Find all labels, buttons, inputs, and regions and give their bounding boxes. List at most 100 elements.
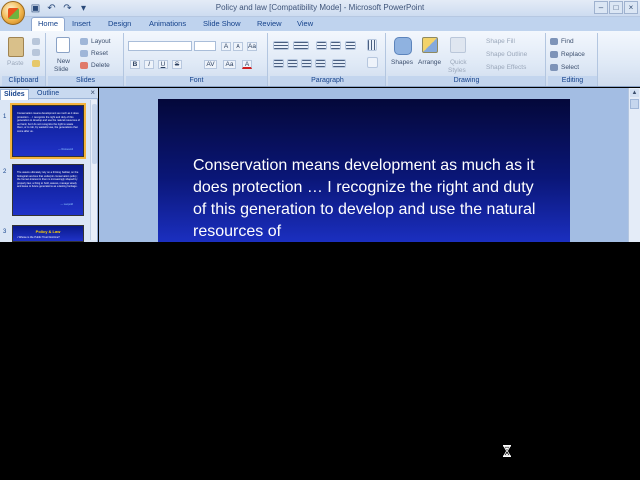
grow-font-button[interactable]: A <box>221 42 231 51</box>
smartart-icon[interactable] <box>367 57 378 68</box>
tab-home[interactable]: Home <box>31 17 66 31</box>
arrange-button[interactable]: Arrange <box>418 59 441 66</box>
align-right-icon[interactable] <box>301 59 312 68</box>
shape-fill-button[interactable]: Shape Fill <box>486 38 515 45</box>
underline-button[interactable]: U <box>158 60 168 69</box>
new-slide-label[interactable]: New <box>57 58 70 65</box>
current-slide[interactable]: Conservation means development as much a… <box>158 99 570 242</box>
editor-scrollbar-thumb[interactable] <box>630 99 639 109</box>
increase-indent-icon[interactable] <box>330 41 341 50</box>
tab-review[interactable]: Review <box>257 18 282 30</box>
layout-icon <box>80 38 88 45</box>
slide-thumbnail-2[interactable]: The assets ultimately rely on a thriving… <box>12 164 84 216</box>
quick-styles-icon[interactable] <box>450 37 466 53</box>
align-left-icon[interactable] <box>273 59 284 68</box>
shapes-button[interactable]: Shapes <box>391 59 413 66</box>
shrink-font-button[interactable]: A <box>233 42 243 51</box>
slides-group-label: Slides <box>48 76 123 86</box>
tab-outline[interactable]: Outline <box>34 89 62 99</box>
slide-thumbnail-1[interactable]: Conservation means development as much a… <box>10 103 86 159</box>
slide-editing-area: Conservation means development as much a… <box>99 88 628 242</box>
select-icon <box>550 64 558 71</box>
strikethrough-button[interactable]: S <box>172 60 182 69</box>
italic-button[interactable]: I <box>144 60 154 69</box>
thumb-number-2: 2 <box>3 169 7 175</box>
ribbon: Paste Clipboard New Slide Layout Reset D… <box>0 31 640 87</box>
replace-button[interactable]: Replace <box>561 51 585 58</box>
ribbon-tabs: Home Insert Design Animations Slide Show… <box>0 17 640 31</box>
align-center-icon[interactable] <box>287 59 298 68</box>
pane-close-icon[interactable]: × <box>90 88 95 97</box>
font-color-button[interactable]: A <box>242 60 252 69</box>
reset-icon <box>80 50 88 57</box>
scroll-up-icon[interactable]: ▲ <box>630 89 639 97</box>
justify-icon[interactable] <box>315 59 326 68</box>
slide-thumbnail-3[interactable]: Policy & Law • Whose is the Public Trust… <box>12 225 84 242</box>
thumb-sub-3: • Whose is the Public Trust Doctrine? <box>17 236 60 239</box>
paste-icon[interactable] <box>8 37 24 57</box>
editor-scrollbar[interactable]: ▲ <box>628 88 640 242</box>
shape-outline-button[interactable]: Shape Outline <box>486 51 527 58</box>
editing-group-label: Editing <box>548 76 597 86</box>
cut-icon[interactable] <box>32 38 40 45</box>
align-text-icon[interactable] <box>332 59 346 68</box>
arrange-icon[interactable] <box>422 37 438 53</box>
delete-button[interactable]: Delete <box>91 62 110 69</box>
powerpoint-window: ▣ ↶ ↷ ▾ Policy and law [Compatibility Mo… <box>0 0 640 480</box>
font-group: A A Aa B I U S AV Aa A Font <box>126 33 268 86</box>
window-controls: – □ × <box>594 1 638 14</box>
shape-effects-button[interactable]: Shape Effects <box>486 64 526 71</box>
line-spacing-icon[interactable] <box>345 41 356 50</box>
tab-slide-show[interactable]: Slide Show <box>203 18 241 30</box>
font-size-box[interactable] <box>194 41 216 51</box>
font-name-box[interactable] <box>128 41 192 51</box>
char-spacing-button[interactable]: AV <box>204 60 217 69</box>
decrease-indent-icon[interactable] <box>316 41 327 50</box>
drawing-group-label: Drawing <box>388 76 545 86</box>
columns-icon[interactable] <box>367 39 377 51</box>
new-slide-label-2[interactable]: Slide <box>54 66 68 73</box>
find-button[interactable]: Find <box>561 38 574 45</box>
slides-group: New Slide Layout Reset Delete Slides <box>48 33 124 86</box>
change-case-button[interactable]: Aa <box>223 60 236 69</box>
slides-pane-scrollbar[interactable] <box>90 100 97 240</box>
format-painter-icon[interactable] <box>32 60 40 67</box>
replace-icon <box>550 51 558 58</box>
thumb-link-2: — Leopold <box>60 203 73 206</box>
new-slide-icon[interactable] <box>56 37 70 53</box>
tab-slides[interactable]: Slides <box>0 89 29 100</box>
scrollbar-thumb[interactable] <box>92 104 97 164</box>
thumb-link-1: — Roosevelt <box>58 148 73 151</box>
slide-body-text[interactable]: Conservation means development as much a… <box>193 155 543 243</box>
tab-view[interactable]: View <box>297 18 313 30</box>
copy-icon[interactable] <box>32 49 40 56</box>
thumb-number-3: 3 <box>3 229 7 235</box>
tab-design[interactable]: Design <box>108 18 131 30</box>
select-button[interactable]: Select <box>561 64 579 71</box>
paragraph-group-label: Paragraph <box>270 76 385 86</box>
reset-button[interactable]: Reset <box>91 50 108 57</box>
minimize-button[interactable]: – <box>594 1 608 14</box>
numbering-icon[interactable] <box>293 41 309 50</box>
tab-insert[interactable]: Insert <box>72 18 91 30</box>
close-button[interactable]: × <box>624 1 638 14</box>
bold-button[interactable]: B <box>130 60 140 69</box>
shapes-icon[interactable] <box>394 37 412 55</box>
layout-button[interactable]: Layout <box>91 38 111 45</box>
drawing-group: Shapes Arrange Quick Styles Shape Fill S… <box>388 33 546 86</box>
editing-group: Find Replace Select Editing <box>548 33 598 86</box>
bullets-icon[interactable] <box>273 41 289 50</box>
pane-tabs: Slides Outline × <box>0 88 98 100</box>
office-logo-icon <box>8 8 19 19</box>
clear-formatting-button[interactable]: Aa <box>247 42 257 51</box>
thumb-number-1: 1 <box>3 114 7 120</box>
find-icon <box>550 38 558 45</box>
office-button[interactable] <box>1 1 25 25</box>
tab-animations[interactable]: Animations <box>149 18 186 30</box>
thumb-text-2: The assets ultimately rely on a thriving… <box>17 171 79 188</box>
title-bar: ▣ ↶ ↷ ▾ Policy and law [Compatibility Mo… <box>0 0 640 17</box>
quick-styles-label-1: Quick <box>450 59 467 66</box>
thumb-title-3: Policy & Law <box>35 229 61 234</box>
maximize-button[interactable]: □ <box>609 1 623 14</box>
hourglass-cursor-icon <box>503 445 511 457</box>
